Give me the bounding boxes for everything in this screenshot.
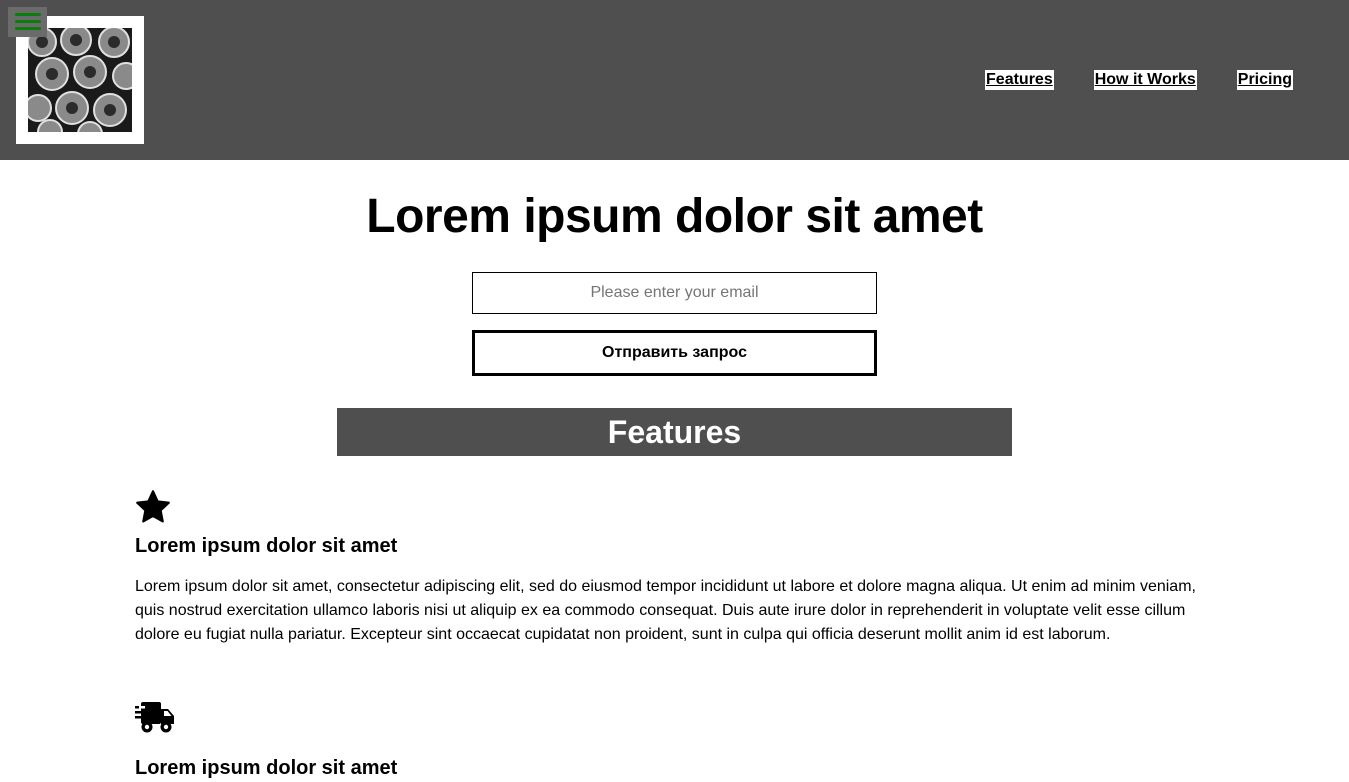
feature-title: Lorem ipsum dolor sit amet bbox=[135, 535, 398, 557]
pomegranate-photo-icon bbox=[28, 28, 132, 132]
main-nav: Features How it Works Pricing bbox=[985, 70, 1293, 90]
email-input[interactable] bbox=[472, 272, 877, 314]
hero-title: Lorem ipsum dolor sit amet bbox=[366, 190, 983, 243]
site-header: Features How it Works Pricing bbox=[0, 0, 1349, 160]
feature-title: Lorem ipsum dolor sit amet bbox=[135, 757, 398, 779]
fast-delivery-truck-icon bbox=[135, 700, 1215, 734]
nav-link-how-it-works[interactable]: How it Works bbox=[1093, 70, 1197, 90]
hamburger-menu-icon[interactable] bbox=[8, 7, 47, 37]
feature-item: Lorem ipsum dolor sit amet Lorem ipsum d… bbox=[135, 490, 1215, 647]
features-heading: Features bbox=[337, 408, 1012, 456]
submit-request-button[interactable]: Отправить запрос bbox=[472, 330, 877, 376]
nav-link-pricing[interactable]: Pricing bbox=[1236, 70, 1293, 90]
feature-item: Lorem ipsum dolor sit amet bbox=[135, 700, 1215, 782]
nav-link-features[interactable]: Features bbox=[985, 70, 1054, 90]
feature-text: Lorem ipsum dolor sit amet, consectetur … bbox=[135, 578, 1196, 643]
star-icon bbox=[135, 490, 1215, 524]
